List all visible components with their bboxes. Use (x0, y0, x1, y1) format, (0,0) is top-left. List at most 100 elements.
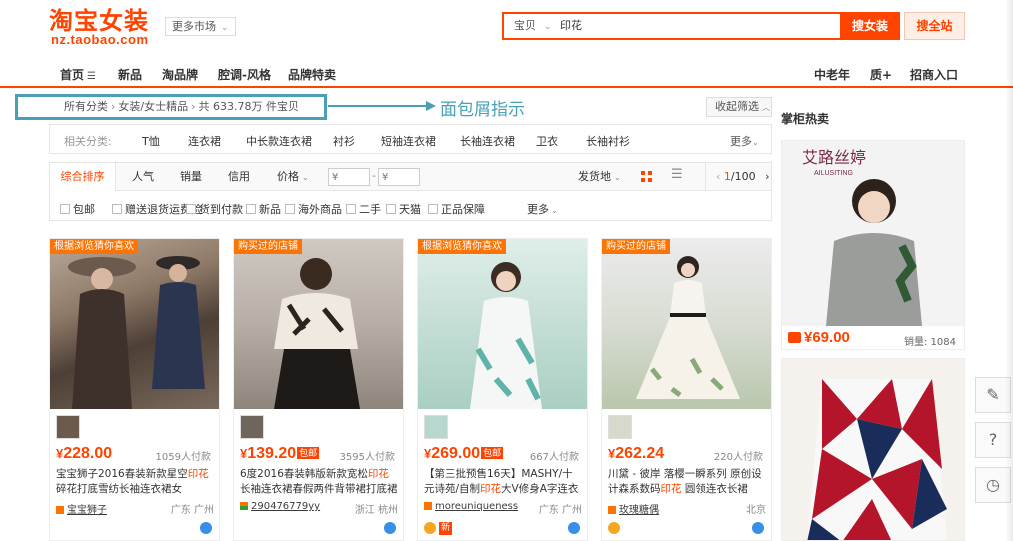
sales-count: 220人付款 (713, 452, 763, 463)
filter-overseas[interactable]: 海外商品 (285, 201, 342, 217)
filter-second-hand[interactable]: 二手 (346, 201, 381, 217)
sidebar-price-value: 69.00 (812, 329, 850, 346)
title-post: 长袖连衣裙春假两件背带裙打底裙子 (240, 483, 398, 495)
nav-merchant[interactable]: 招商入口 (910, 66, 958, 83)
related-more-button[interactable]: 更多⌄ (730, 133, 759, 149)
logo-url[interactable]: nz.taobao.com (51, 32, 149, 47)
nav-new[interactable]: 新品 (118, 66, 142, 83)
shop-icon (240, 502, 248, 510)
filter-free-shipping[interactable]: 包邮 (60, 201, 95, 217)
nav-brand[interactable]: 淘品牌 (162, 66, 198, 83)
wangwang-icon[interactable] (384, 522, 396, 534)
product-title[interactable]: 【第三批预售16天】MASHY/十元诗苑/自制印花大V修身A字连衣裙女 (424, 467, 582, 497)
price-value: 228.00 (63, 445, 113, 462)
filter-tmall[interactable]: 天猫 (386, 201, 421, 217)
badges-row (56, 522, 214, 536)
color-thumbnail[interactable] (240, 415, 264, 439)
location: 广东 广州 (538, 505, 582, 516)
wangwang-icon[interactable] (568, 522, 580, 534)
chevron-right-icon[interactable]: › (765, 170, 769, 183)
search-women-button[interactable]: 搜女装 (840, 12, 900, 40)
related-item[interactable]: 短袖连衣裙 (381, 133, 436, 149)
sort-sales[interactable]: 销量 (180, 163, 202, 191)
sort-comprehensive[interactable]: 综合排序 (50, 163, 116, 191)
shop-name[interactable]: moreuniqueness (435, 501, 518, 512)
product-image[interactable] (602, 239, 771, 409)
page-current: 1 (723, 170, 731, 183)
product-card[interactable]: 购买过的店铺 ¥262.24 220人付款 川黛 - 彼岸 落樱一瞬系列 原创设… (601, 238, 772, 541)
title-pre: 6度2016春装韩版新款宽松 (240, 468, 368, 480)
shop-name[interactable]: 290476779yy (251, 501, 320, 512)
grid-view-icon[interactable] (641, 171, 652, 182)
color-thumbnail[interactable] (56, 415, 80, 439)
gold-seller-icon (424, 522, 436, 534)
sidebar-product-card[interactable] (781, 358, 965, 541)
related-item[interactable]: 中长款连衣裙 (246, 133, 312, 149)
chevron-left-icon[interactable]: ‹ (716, 170, 720, 183)
breadcrumb-category[interactable]: 女装/女士精品 (118, 100, 188, 113)
price-max-input[interactable] (378, 168, 420, 186)
shop-name[interactable]: 玫瑰糖偶 (619, 505, 659, 516)
filter-authentic[interactable]: 正品保障 (428, 201, 485, 217)
shop-name[interactable]: 宝宝狮子 (67, 505, 107, 516)
color-thumbnail[interactable] (608, 415, 632, 439)
search-input[interactable] (560, 14, 820, 38)
price-min-input[interactable] (328, 168, 370, 186)
recommend-tag: 根据浏览猜你喜欢 (50, 239, 138, 254)
related-item[interactable]: 衬衫 (333, 133, 355, 149)
color-thumbnail[interactable] (424, 415, 448, 439)
product-image[interactable] (418, 239, 587, 409)
product-card[interactable]: 购买过的店铺 ¥139.20 包邮 3595人付款 6度2016春装韩版新款宽松印… (233, 238, 404, 541)
product-image[interactable] (234, 239, 403, 409)
location: 广东 广州 (170, 505, 214, 516)
product-image[interactable] (50, 239, 219, 409)
nav-home[interactable]: 首页 ☰ (60, 66, 96, 83)
tmall-icon (788, 332, 801, 343)
shop-row: 290476779yy 浙江 杭州 (240, 501, 398, 516)
filter-cod[interactable]: 货到付款 (186, 201, 243, 217)
related-item[interactable]: 长袖连衣裙 (460, 133, 515, 149)
related-item[interactable]: 卫衣 (536, 133, 558, 149)
search-category-select[interactable]: 宝贝 ⌄ (514, 14, 552, 39)
related-item[interactable]: 连衣裙 (188, 133, 221, 149)
title-highlight: 印花 (187, 468, 209, 480)
nav-home-label: 首页 (60, 68, 85, 82)
related-item[interactable]: T恤 (142, 133, 160, 149)
related-item[interactable]: 长袖衬衫 (586, 133, 630, 149)
product-card[interactable]: 根据浏览猜你喜欢 ¥269.00 包邮 667人付款 【第三批预售16天】MASH… (417, 238, 588, 541)
badges-row: 新 (424, 522, 582, 536)
product-price: ¥269.00 包邮 (424, 445, 504, 463)
logo-text[interactable]: 淘宝女装 (49, 7, 149, 35)
checkbox-icon (112, 204, 122, 214)
sidebar-price: ¥69.00 (804, 329, 850, 346)
ship-from-dropdown[interactable]: 发货地 ⌄ (578, 163, 621, 191)
header: 淘宝女装 nz.taobao.com 更多市场 ⌄ 宝贝 ⌄ 搜女装 搜全站 (0, 0, 1013, 60)
nav-quality[interactable]: 质+ (870, 66, 892, 83)
shop-icon (56, 506, 64, 514)
more-market-dropdown[interactable]: 更多市场 ⌄ (165, 17, 236, 36)
collapse-filter-button[interactable]: 收起筛选 ︿ (706, 97, 772, 117)
product-card[interactable]: 根据浏览猜你喜欢 ¥228.00 1059人付款 宝宝狮子2016春装新款星空印… (49, 238, 220, 541)
sort-credit[interactable]: 信用 (228, 163, 250, 191)
nav-style[interactable]: 腔调-风格 (218, 66, 271, 83)
checkbox-icon (246, 204, 256, 214)
filter-new[interactable]: 新品 (246, 201, 281, 217)
title-highlight: 印花 (367, 468, 389, 480)
shop-row: moreuniqueness 广东 广州 (424, 501, 582, 516)
nav-elderly[interactable]: 中老年 (814, 66, 850, 83)
product-title[interactable]: 川黛 - 彼岸 落樱一瞬系列 原创设计森系数码印花 圆领连衣长裙 (608, 467, 766, 497)
filter-more-button[interactable]: 更多 ⌄ (527, 201, 558, 217)
nav-brand-sale[interactable]: 品牌特卖 (288, 66, 336, 83)
wangwang-icon[interactable] (200, 522, 212, 534)
list-view-icon[interactable]: ☰ (671, 167, 683, 182)
product-title[interactable]: 宝宝狮子2016春装新款星空印花碎花打底雪纺长袖连衣裙女L1218 (56, 467, 214, 497)
breadcrumb-root[interactable]: 所有分类 (64, 100, 108, 113)
wangwang-icon[interactable] (752, 522, 764, 534)
price-value: 139.20 (247, 445, 297, 462)
search-all-button[interactable]: 搜全站 (904, 12, 965, 40)
sort-price[interactable]: 价格 ⌄ (277, 163, 309, 191)
sort-popularity[interactable]: 人气 (132, 163, 154, 191)
product-title[interactable]: 6度2016春装韩版新款宽松印花长袖连衣裙春假两件背带裙打底裙子 (240, 467, 398, 497)
sidebar-product-card[interactable]: 艾路丝婷 AILUSITING ¥69.00 销量: 1084 (781, 140, 965, 350)
search-box[interactable]: 宝贝 ⌄ (502, 12, 842, 40)
